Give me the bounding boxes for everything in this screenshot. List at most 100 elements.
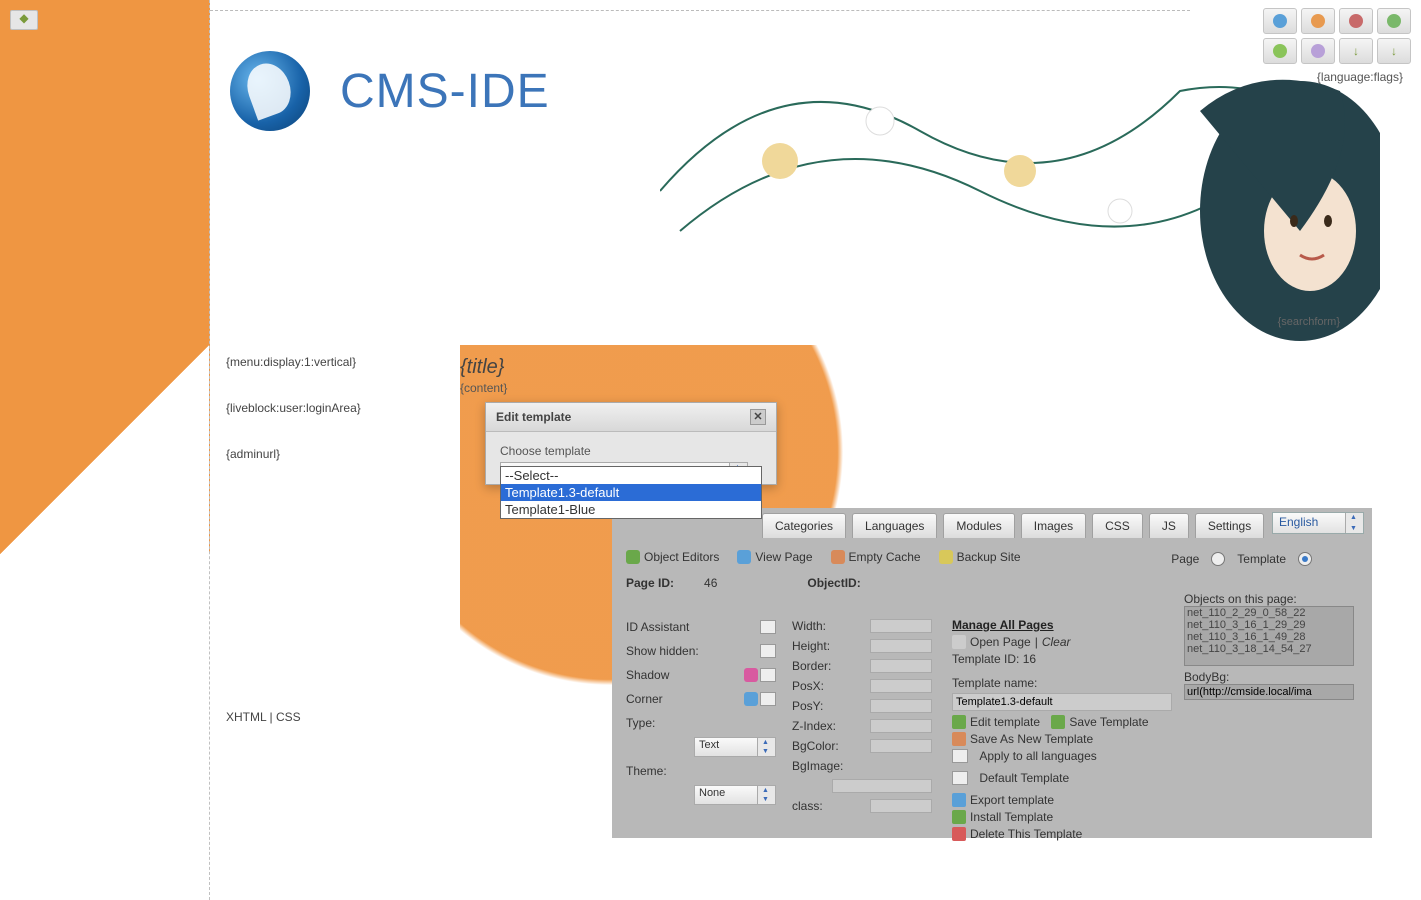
object-item-3[interactable]: net_110_3_18_14_54_27 [1185,643,1353,655]
bgimage-label: BgImage: [792,759,843,773]
view-toggle: Page Template [1171,552,1312,566]
border-label: Border: [792,659,831,673]
border-input[interactable] [870,659,932,673]
corner-checkbox[interactable] [760,692,776,706]
edit-template-link[interactable]: Edit template [970,715,1040,729]
language-flags-placeholder: {language:flags} [1317,70,1403,84]
toolbar-left-button[interactable]: ◆ [10,10,38,30]
menu-placeholder: {menu:display:1:vertical} [226,355,456,369]
choose-template-label: Choose template [500,444,762,458]
language-spinner-icon[interactable] [1345,513,1363,533]
dropdown-option-1[interactable]: Template1.3-default [501,484,761,501]
action-view-page[interactable]: View Page [737,550,812,564]
install-icon [952,810,966,824]
toolbar-btn-7[interactable]: ↓ [1339,38,1373,64]
dialog-title-text: Edit template [496,410,571,424]
logo-icon [230,51,310,131]
tab-css[interactable]: CSS [1092,513,1143,538]
tab-js[interactable]: JS [1149,513,1189,538]
template-radio[interactable] [1298,552,1312,566]
id-assistant-checkbox[interactable] [760,620,776,634]
toolbar-btn-4[interactable] [1377,8,1411,34]
action-object-editors[interactable]: Object Editors [626,550,719,564]
toolbar-btn-5[interactable] [1263,38,1297,64]
dialog-body: Choose template --Select-- --Select-- Te… [486,432,776,484]
zindex-input[interactable] [870,719,932,733]
tab-settings[interactable]: Settings [1195,513,1264,538]
type-select[interactable]: Text [694,737,776,757]
toolbar-btn-8[interactable]: ↓ [1377,38,1411,64]
manage-all-pages-link[interactable]: Manage All Pages [952,618,1054,632]
default-template-label: Default Template [979,771,1069,785]
delete-template-link[interactable]: Delete This Template [970,827,1082,841]
object-item-0[interactable]: net_110_2_29_0_58_22 [1185,607,1353,619]
template-id-text: Template ID: 16 [952,652,1036,666]
open-page-link[interactable]: Open Page [970,635,1031,649]
tab-languages[interactable]: Languages [852,513,937,538]
object-id-label: ObjectID: [807,576,860,590]
liveblock-placeholder: {liveblock:user:loginArea} [226,401,456,415]
dropdown-option-2[interactable]: Template1-Blue [501,501,761,518]
toolbar-btn-2[interactable] [1301,8,1335,34]
class-input[interactable] [870,799,932,813]
action-empty-cache[interactable]: Empty Cache [831,550,921,564]
page-radio-label: Page [1171,552,1199,566]
content-placeholder: {content} [460,381,507,395]
objects-list[interactable]: net_110_2_29_0_58_22 net_110_3_16_1_29_2… [1184,606,1354,666]
default-template-checkbox[interactable] [952,771,968,785]
toolbar-right [1263,8,1411,34]
height-input[interactable] [870,639,932,653]
bgcolor-input[interactable] [870,739,932,753]
install-template-link[interactable]: Install Template [970,810,1053,824]
theme-spinner-icon[interactable] [757,786,775,804]
type-spinner-icon[interactable] [757,738,775,756]
toolbar-btn-6[interactable] [1301,38,1335,64]
apply-all-checkbox[interactable] [952,749,968,763]
brand-text: CMS-IDE [340,64,550,119]
left-column: {menu:display:1:vertical} {liveblock:use… [226,355,456,493]
toolbar-btn-1[interactable] [1263,8,1297,34]
shadow-icon[interactable] [744,668,758,682]
adminurl-placeholder: {adminurl} [226,447,456,461]
footer-links[interactable]: XHTML | CSS [226,710,301,724]
action-backup-site[interactable]: Backup Site [939,550,1021,564]
object-item-1[interactable]: net_110_3_16_1_29_29 [1185,619,1353,631]
tab-images[interactable]: Images [1021,513,1086,538]
class-label: class: [792,799,823,813]
page-radio[interactable] [1211,552,1225,566]
page-id-label: Page ID: [626,576,674,590]
width-input[interactable] [870,619,932,633]
toolbar-btn-3[interactable] [1339,8,1373,34]
corner-icon[interactable] [744,692,758,706]
posx-input[interactable] [870,679,932,693]
tab-categories[interactable]: Categories [762,513,846,538]
page-id-value: 46 [704,576,717,590]
bodybg-input[interactable] [1184,684,1354,700]
language-select[interactable]: English [1272,512,1364,534]
bgimage-input[interactable] [832,779,932,793]
dialog-titlebar[interactable]: Edit template ✕ [486,403,776,432]
backup-site-icon [939,550,953,564]
template-name-input[interactable] [952,693,1172,711]
object-editors-icon [626,550,640,564]
save-as-new-link[interactable]: Save As New Template [970,732,1093,746]
id-assistant-label: ID Assistant [626,620,689,634]
dropdown-option-0[interactable]: --Select-- [501,467,761,484]
right-form: Manage All Pages Open Page | Clear Templ… [952,618,1182,844]
shadow-checkbox[interactable] [760,668,776,682]
tab-modules[interactable]: Modules [943,513,1014,538]
object-item-2[interactable]: net_110_3_16_1_49_28 [1185,631,1353,643]
export-template-link[interactable]: Export template [970,793,1054,807]
template-dropdown-list: --Select-- Template1.3-default Template1… [500,466,762,519]
header-area: CMS-IDE {searchform} [210,10,1190,345]
posy-input[interactable] [870,699,932,713]
view-page-icon [737,550,751,564]
template-radio-label: Template [1237,552,1286,566]
clear-link[interactable]: Clear [1042,635,1071,649]
dialog-close-icon[interactable]: ✕ [750,409,766,425]
show-hidden-checkbox[interactable] [760,644,776,658]
content-column: {title} {content} [460,356,507,395]
theme-select[interactable]: None [694,785,776,805]
empty-cache-icon [831,550,845,564]
save-template-link[interactable]: Save Template [1069,715,1148,729]
